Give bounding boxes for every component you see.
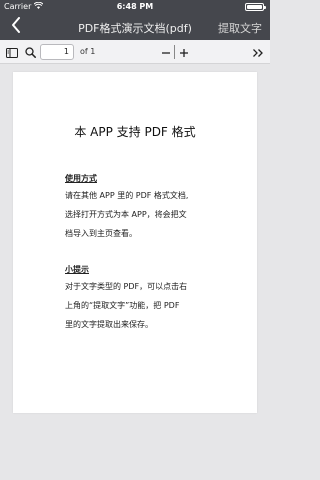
search-button[interactable] [22, 44, 38, 60]
toolbar-divider [174, 45, 175, 59]
search-icon [24, 43, 36, 62]
tips-line-2: 上角的“提取文字”功能，把 PDF [65, 301, 180, 310]
more-tools-button[interactable] [250, 44, 266, 60]
page-number-input[interactable]: 1 [40, 44, 74, 60]
tips-line-1: 对于文字类型的 PDF，可以点击右 [65, 282, 188, 291]
section-title-tips: 小提示 [65, 265, 89, 274]
usage-line-1: 请在其他 APP 里的 PDF 格式文档, [65, 191, 189, 200]
more-chevrons-icon [252, 43, 264, 62]
document-heading: 本 APP 支持 PDF 格式 [74, 125, 196, 139]
status-time: 6:48 PM [116, 2, 154, 11]
sidebar-toggle-icon [6, 43, 18, 62]
status-bar: Carrier 6:48 PM [0, 0, 270, 14]
battery-icon [245, 3, 266, 11]
navigation-bar: PDF格式演示文档(pdf) 提取文字 [0, 14, 270, 40]
usage-line-3: 档导入到主页查看。 [65, 229, 137, 238]
zoom-out-icon [161, 43, 171, 62]
pdf-page: 本 APP 支持 PDF 格式 使用方式 请在其他 APP 里的 PDF 格式文… [13, 72, 257, 413]
section-title-usage: 使用方式 [65, 174, 97, 183]
extract-text-button[interactable]: 提取文字 [218, 20, 262, 36]
usage-line-2: 选择打开方式为本 APP，将会把文 [65, 210, 187, 219]
zoom-in-button[interactable] [176, 44, 192, 60]
pdf-toolbar: 1 of 1 [0, 40, 270, 64]
sidebar-toggle-button[interactable] [4, 44, 20, 60]
top-bar: Carrier 6:48 PM PDF格式演示文档(pdf) 提取文字 [0, 0, 270, 40]
tips-line-3: 里的文字提取出来保存。 [65, 320, 153, 329]
zoom-out-button[interactable] [158, 44, 174, 60]
page-count-label: of 1 [80, 47, 96, 56]
zoom-in-icon [179, 43, 189, 62]
